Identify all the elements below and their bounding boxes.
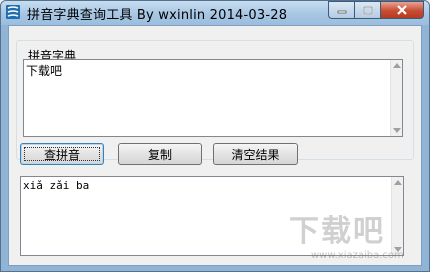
- input-textarea[interactable]: 下载吧: [23, 59, 403, 137]
- close-icon: [397, 5, 407, 15]
- app-window: 拼音字典查询工具 By wxinlin 2014-03-28 拼音字典 下载吧 …: [0, 0, 430, 272]
- input-scrollbar[interactable]: [390, 60, 402, 136]
- site-watermark: 下载吧 www.xiazaiba.com: [289, 206, 409, 268]
- watermark-logo: 下载吧: [289, 214, 385, 249]
- window-controls: [328, 1, 424, 19]
- close-button[interactable]: [380, 1, 424, 19]
- watermark-url: www.xiazaiba.com: [311, 250, 404, 261]
- window-title: 拼音字典查询工具 By wxinlin 2014-03-28: [27, 8, 288, 23]
- scroll-up-arrow-icon[interactable]: [394, 180, 402, 185]
- copy-label: 复制: [147, 147, 172, 162]
- dictionary-app-icon[interactable]: [5, 4, 21, 20]
- copy-button[interactable]: 复制: [118, 143, 202, 165]
- minimize-icon: [337, 10, 346, 14]
- clear-results-label: 清空结果: [231, 147, 280, 162]
- input-text: 下载吧: [26, 64, 63, 78]
- minimize-button[interactable]: [328, 1, 354, 19]
- clear-results-button[interactable]: 清空结果: [213, 143, 298, 165]
- query-pinyin-button[interactable]: 查拼音: [20, 143, 104, 165]
- maximize-icon: [362, 5, 373, 15]
- scroll-down-arrow-icon[interactable]: [393, 128, 401, 133]
- scroll-up-arrow-icon[interactable]: [393, 63, 401, 68]
- output-text: xiǎ zǎi ba: [23, 179, 90, 192]
- pinyin-dictionary-group: 拼音字典 下载吧: [16, 40, 414, 160]
- focus-rectangle: [24, 147, 100, 161]
- title-bar[interactable]: 拼音字典查询工具 By wxinlin 2014-03-28: [1, 1, 429, 25]
- maximize-button[interactable]: [354, 1, 380, 19]
